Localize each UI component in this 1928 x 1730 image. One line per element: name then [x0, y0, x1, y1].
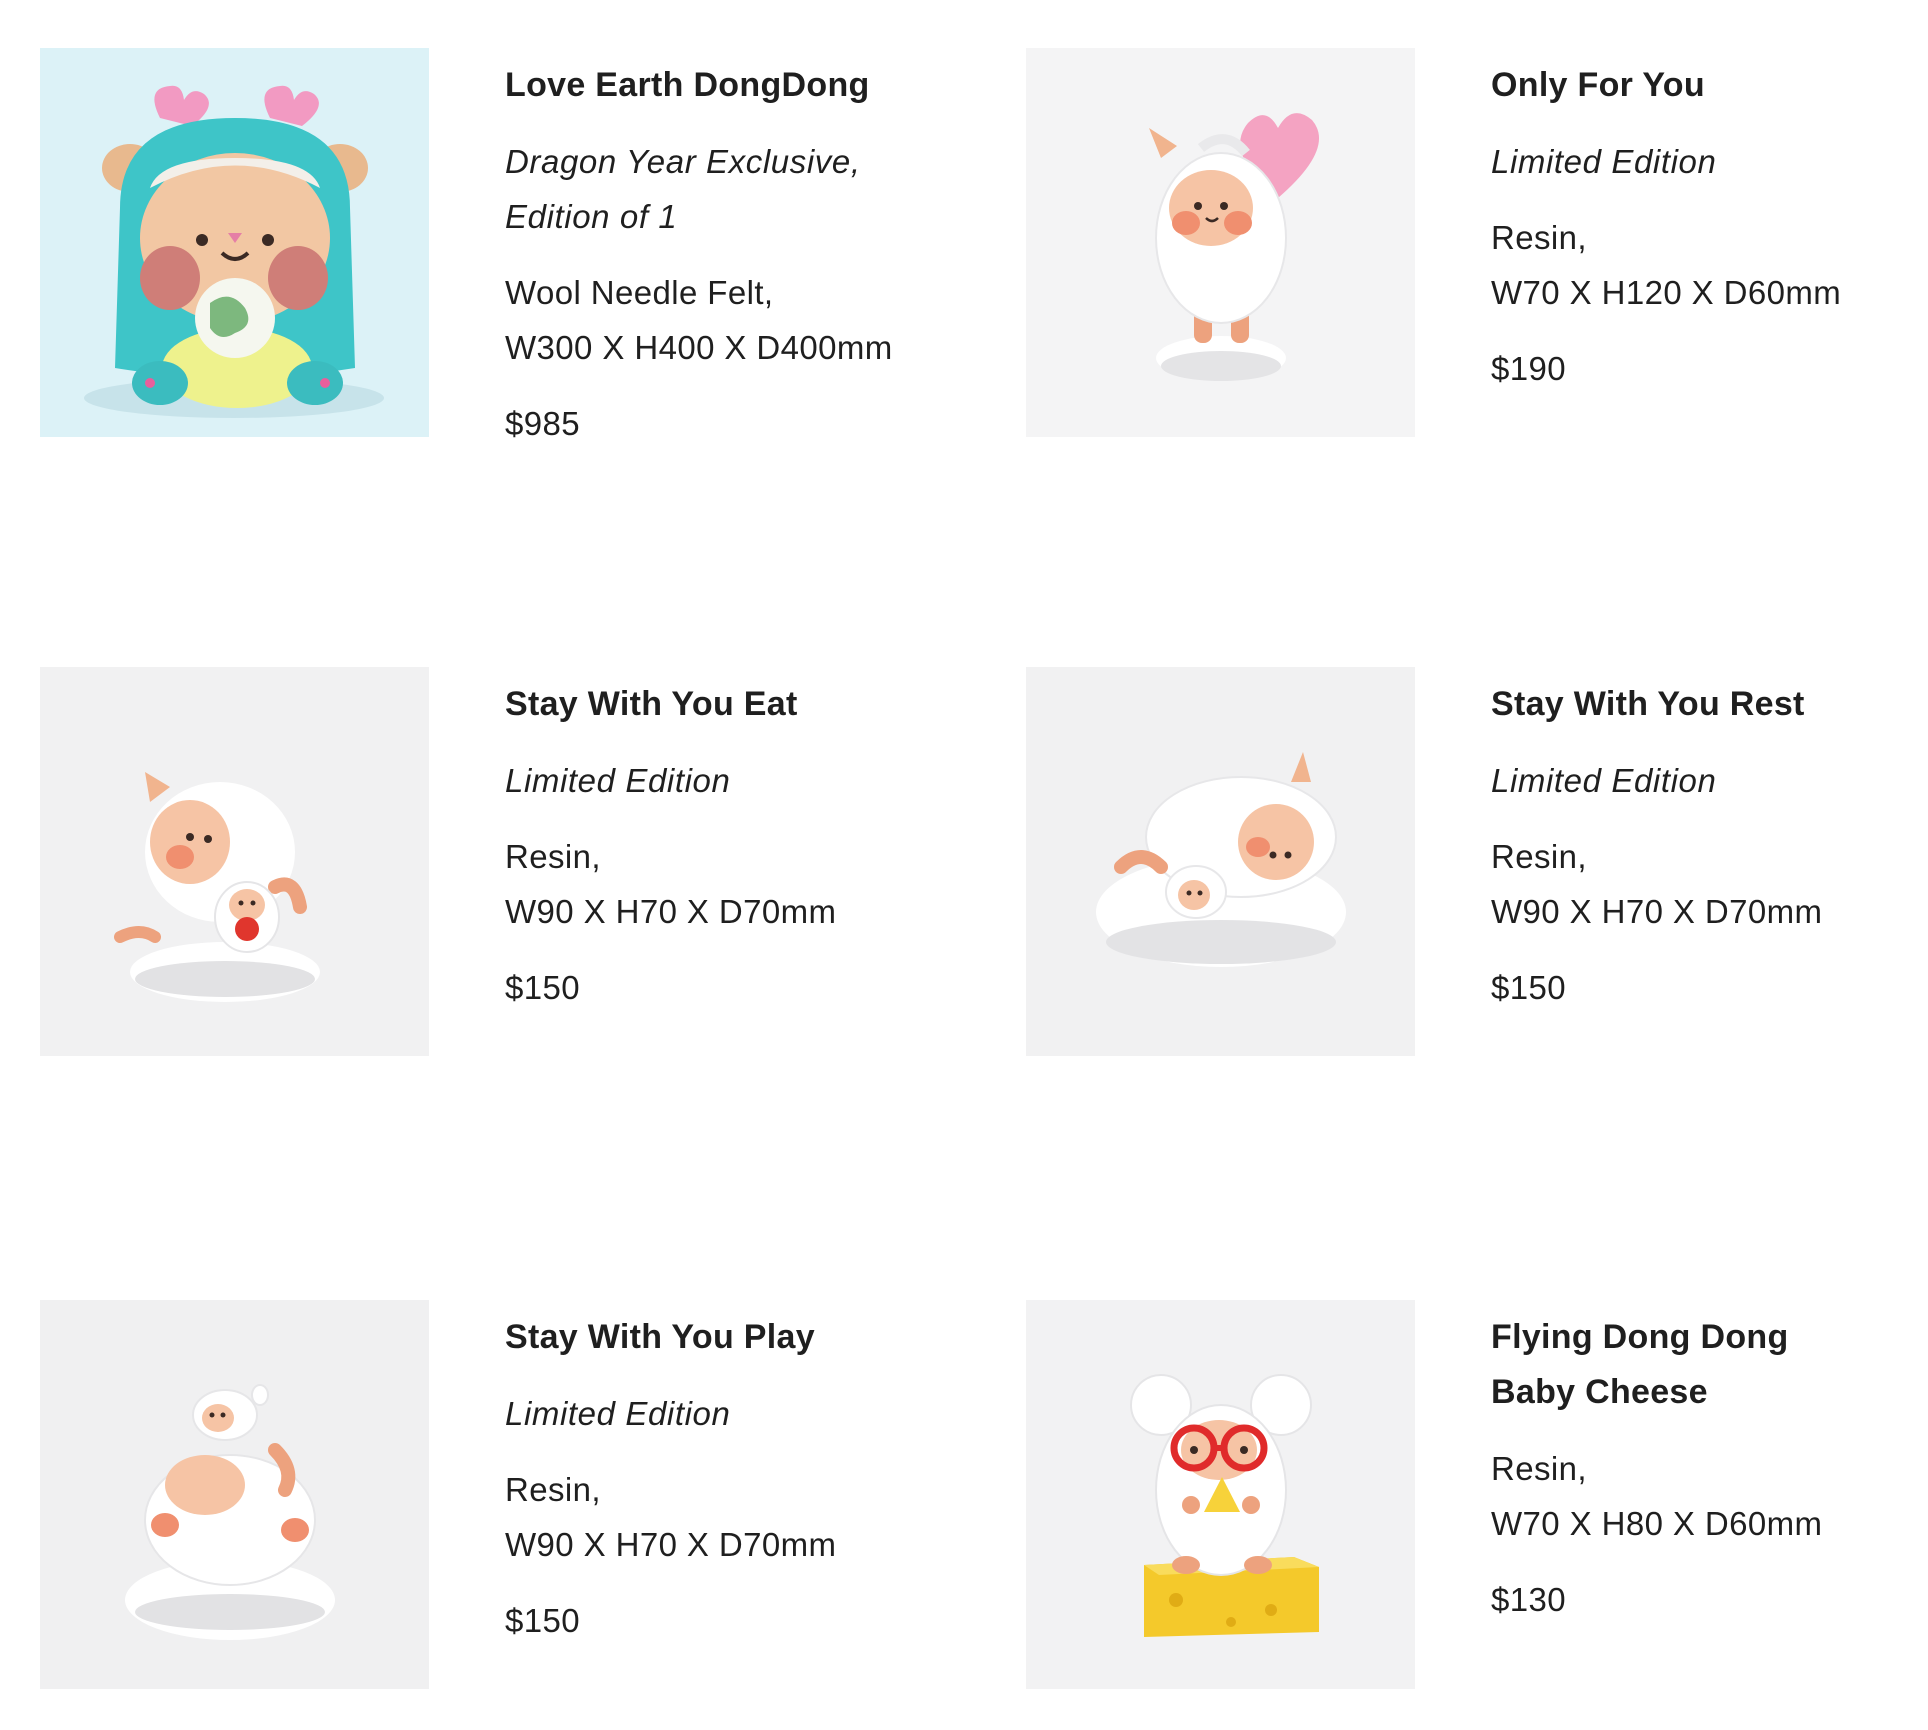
- product-title[interactable]: Stay With You Play: [505, 1300, 975, 1365]
- product-edition: Limited Edition: [505, 1386, 975, 1441]
- product-image-stay-with-you-eat[interactable]: [40, 667, 429, 1056]
- product-title-line: Baby Cheese: [1491, 1373, 1708, 1411]
- product-edition: Limited Edition: [1491, 134, 1928, 189]
- product-price: $190: [1491, 350, 1567, 387]
- product-dimensions: W300 X H400 X D400mm: [505, 329, 893, 366]
- product-card: Flying Dong Dong Baby Cheese Resin, W70 …: [1026, 1300, 1928, 1730]
- product-price: $150: [505, 1602, 581, 1639]
- product-image-only-for-you[interactable]: [1026, 48, 1415, 437]
- product-card: Stay With You Play Limited Edition Resin…: [40, 1300, 980, 1730]
- product-edition-line: Limited Edition: [1491, 762, 1717, 799]
- product-image-flying-dong-dong-baby-cheese[interactable]: [1026, 1300, 1415, 1689]
- product-material-text: Resin,: [1491, 838, 1587, 875]
- product-info: Stay With You Rest Limited Edition Resin…: [1491, 667, 1928, 1015]
- product-card: Only For You Limited Edition Resin, W70 …: [1026, 48, 1928, 478]
- product-title-line: Only For You: [1491, 66, 1705, 104]
- product-image-stay-with-you-play[interactable]: [40, 1300, 429, 1689]
- product-material: Resin, W70 X H120 X D60mm: [1491, 210, 1928, 320]
- product-title[interactable]: Flying Dong Dong Baby Cheese: [1491, 1300, 1928, 1420]
- product-dimensions: W70 X H120 X D60mm: [1491, 274, 1842, 311]
- product-edition-line: Limited Edition: [1491, 143, 1717, 180]
- product-material-text: Resin,: [505, 1471, 601, 1508]
- product-price: $130: [1491, 1581, 1567, 1618]
- product-edition-line: Limited Edition: [505, 762, 731, 799]
- product-price: $985: [505, 405, 581, 442]
- product-info: Love Earth DongDong Dragon Year Exclusiv…: [505, 48, 975, 451]
- product-dimensions: W90 X H70 X D70mm: [1491, 893, 1823, 930]
- sheep-rest-figure-image: [1026, 667, 1415, 1056]
- product-image-stay-with-you-rest[interactable]: [1026, 667, 1415, 1056]
- sheep-balloon-figure-image: [1026, 48, 1415, 437]
- sheep-eat-figure-image: [40, 667, 429, 1056]
- product-title-line: Stay With You Eat: [505, 685, 798, 723]
- product-price: $150: [1491, 969, 1567, 1006]
- product-edition-line: Limited Edition: [505, 1395, 731, 1432]
- product-material-text: Resin,: [505, 838, 601, 875]
- product-image-love-earth-dongdong[interactable]: [40, 48, 429, 437]
- product-title[interactable]: Love Earth DongDong: [505, 48, 975, 113]
- product-title-line: Stay With You Play: [505, 1318, 815, 1356]
- product-material-text: Wool Needle Felt,: [505, 274, 774, 311]
- product-card: Stay With You Eat Limited Edition Resin,…: [40, 667, 980, 1097]
- product-dimensions: W90 X H70 X D70mm: [505, 893, 837, 930]
- product-material: Resin, W70 X H80 X D60mm: [1491, 1441, 1928, 1551]
- product-info: Flying Dong Dong Baby Cheese Resin, W70 …: [1491, 1300, 1928, 1627]
- product-info: Only For You Limited Edition Resin, W70 …: [1491, 48, 1928, 396]
- product-material: Resin, W90 X H70 X D70mm: [505, 1462, 975, 1572]
- product-dimensions: W70 X H80 X D60mm: [1491, 1505, 1823, 1542]
- product-title-line: Love Earth DongDong: [505, 66, 870, 104]
- felt-dragon-figure-image: [40, 48, 429, 437]
- product-title[interactable]: Stay With You Eat: [505, 667, 975, 732]
- product-material-text: Resin,: [1491, 1450, 1587, 1487]
- product-title-line: Stay With You Rest: [1491, 685, 1805, 723]
- product-material: Resin, W90 X H70 X D70mm: [1491, 829, 1928, 939]
- product-dimensions: W90 X H70 X D70mm: [505, 1526, 837, 1563]
- mouse-cheese-figure-image: [1026, 1300, 1415, 1689]
- product-info: Stay With You Play Limited Edition Resin…: [505, 1300, 975, 1648]
- sheep-play-figure-image: [40, 1300, 429, 1689]
- product-edition: Limited Edition: [505, 753, 975, 808]
- product-title[interactable]: Only For You: [1491, 48, 1928, 113]
- product-grid: Love Earth DongDong Dragon Year Exclusiv…: [0, 0, 1928, 1704]
- product-material-text: Resin,: [1491, 219, 1587, 256]
- product-edition-line: Edition of 1: [505, 198, 678, 235]
- product-title-line: Flying Dong Dong: [1491, 1318, 1789, 1356]
- product-info: Stay With You Eat Limited Edition Resin,…: [505, 667, 975, 1015]
- product-edition: Dragon Year Exclusive, Edition of 1: [505, 134, 975, 244]
- product-material: Wool Needle Felt, W300 X H400 X D400mm: [505, 265, 975, 375]
- product-edition: Limited Edition: [1491, 753, 1928, 808]
- product-material: Resin, W90 X H70 X D70mm: [505, 829, 975, 939]
- product-price: $150: [505, 969, 581, 1006]
- product-edition-line: Dragon Year Exclusive,: [505, 143, 861, 180]
- product-title[interactable]: Stay With You Rest: [1491, 667, 1928, 732]
- product-card: Stay With You Rest Limited Edition Resin…: [1026, 667, 1928, 1097]
- product-card: Love Earth DongDong Dragon Year Exclusiv…: [40, 48, 980, 478]
